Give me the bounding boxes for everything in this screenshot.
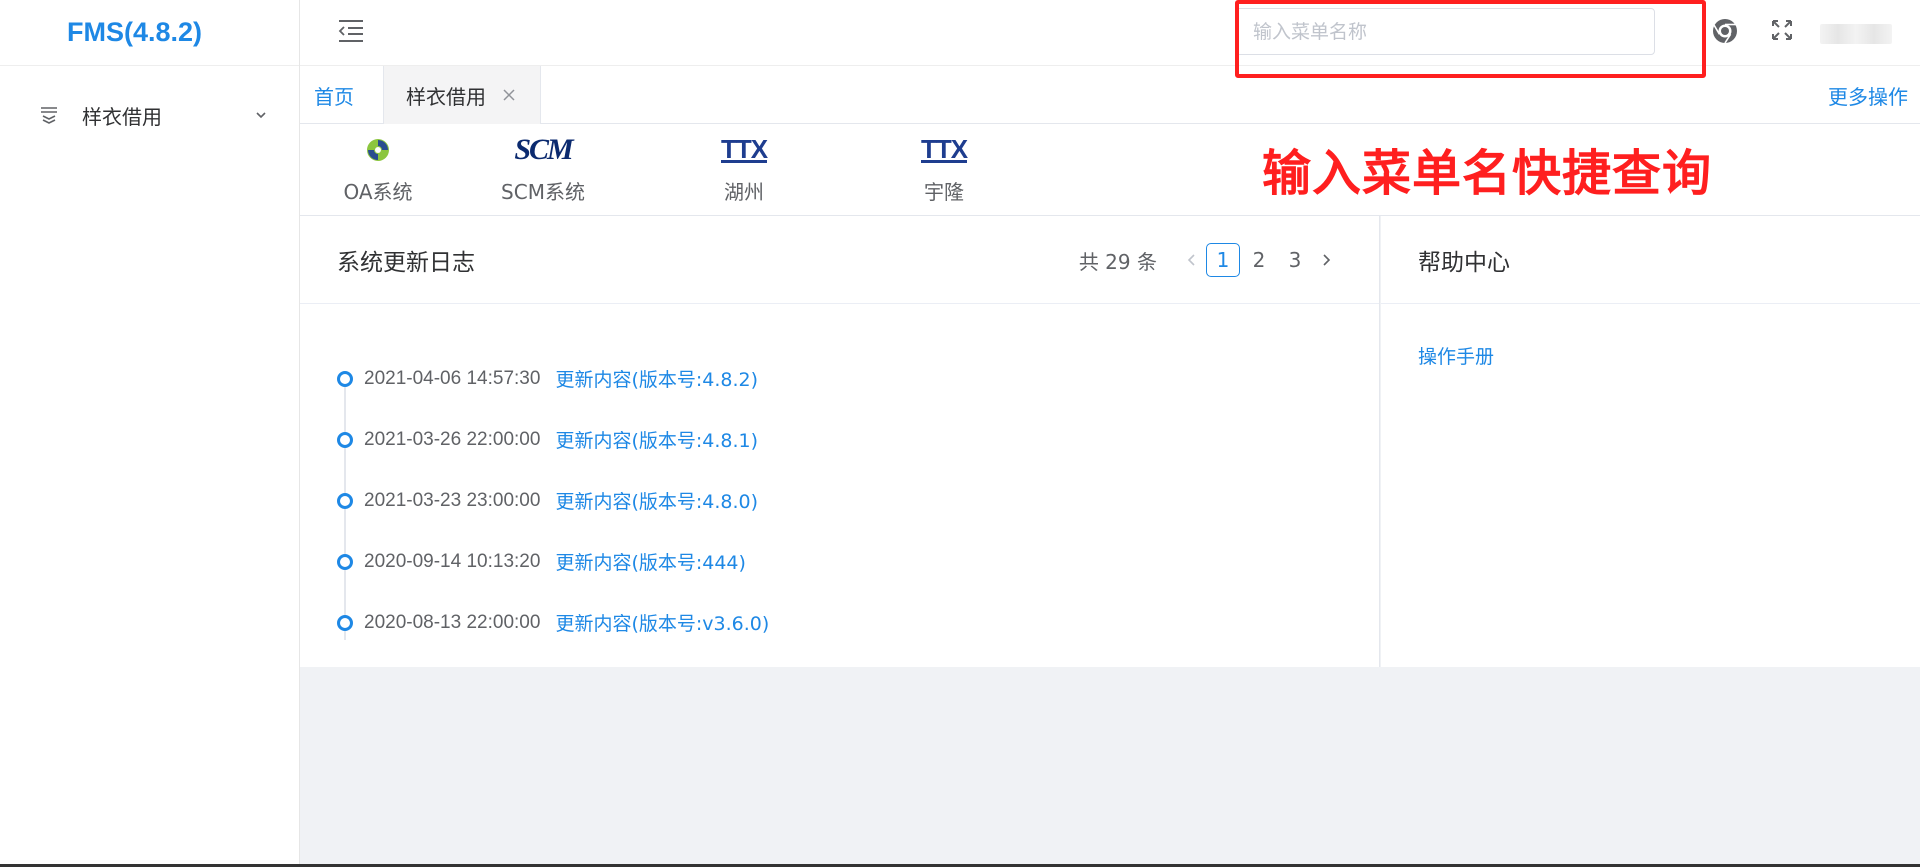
update-content-link[interactable]: 更新内容(版本号:444) <box>555 548 746 575</box>
timeline-dot <box>337 614 353 631</box>
scm-logo: SCM <box>514 133 573 166</box>
app-logo[interactable]: FMS(4.8.2) <box>0 0 299 66</box>
tab-bar: 首页 样衣借用 更多操作 <box>300 66 1920 124</box>
pagination: 共 29 条 1 2 3 <box>1079 242 1339 278</box>
chevron-down-icon <box>249 103 273 127</box>
update-content-link[interactable]: 更新内容(版本号:v3.6.0) <box>555 609 769 636</box>
system-links-row: OA系统 SCM SCM系统 TTX 湖州 TTX 宇隆 输入菜单名快捷查询 <box>300 124 1920 216</box>
annotation-text: 输入菜单名快捷查询 <box>1262 145 1713 202</box>
pagination-total: 共 29 条 <box>1078 249 1157 274</box>
panel-title: 帮助中心 <box>1418 249 1510 276</box>
timeline-dot <box>337 492 353 509</box>
timeline-time: 2020-09-14 10:13:20 <box>364 550 541 572</box>
timeline-item: 2021-03-26 22:00:00 更新内容(版本号:4.8.1) <box>337 409 1379 470</box>
system-link-scm[interactable]: SCM SCM系统 <box>495 124 591 216</box>
system-link-oa[interactable]: OA系统 <box>330 124 426 216</box>
timeline-item: 2021-04-06 14:57:30 更新内容(版本号:4.8.2) <box>337 348 1379 409</box>
system-label: SCM系统 <box>501 180 585 204</box>
panel-title: 系统更新日志 <box>337 249 475 276</box>
more-operations-button[interactable]: 更多操作 <box>1828 66 1908 124</box>
timeline-item: 2020-09-14 10:13:20 更新内容(版本号:444) <box>337 531 1379 592</box>
system-link-huzhou[interactable]: TTX 湖州 <box>696 124 792 216</box>
timeline-dot <box>337 431 353 448</box>
menu-collapse-icon[interactable] <box>336 16 366 46</box>
chrome-icon[interactable] <box>1712 18 1740 46</box>
top-header <box>300 0 1920 66</box>
help-center-panel: 帮助中心 操作手册 <box>1381 216 1920 667</box>
timeline-item: 2021-03-23 23:00:00 更新内容(版本号:4.8.0) <box>337 470 1379 531</box>
manual-link[interactable]: 操作手册 <box>1418 342 1494 369</box>
next-page-icon[interactable] <box>1313 245 1339 275</box>
update-timeline: 2021-04-06 14:57:30 更新内容(版本号:4.8.2) 2021… <box>300 304 1379 653</box>
update-content-link[interactable]: 更新内容(版本号:4.8.1) <box>555 426 758 453</box>
sidebar: FMS(4.8.2) 样衣借用 <box>0 0 300 867</box>
tab-label: 样衣借用 <box>406 84 486 109</box>
system-link-yulong[interactable]: TTX 宇隆 <box>896 124 992 216</box>
menu-search-input[interactable] <box>1236 9 1654 54</box>
timeline-time: 2021-03-23 23:00:00 <box>364 489 541 511</box>
app-title: FMS(4.8.2) <box>66 17 203 47</box>
layers-icon <box>36 102 62 128</box>
system-label: 宇隆 <box>924 180 964 204</box>
timeline-time: 2021-03-26 22:00:00 <box>364 428 541 450</box>
timeline-dot <box>337 370 353 387</box>
ttx-logo: TTX <box>920 133 968 164</box>
sidebar-item-sample-borrow[interactable]: 样衣借用 <box>0 84 299 146</box>
update-content-link[interactable]: 更新内容(版本号:4.8.2) <box>555 365 758 392</box>
panel-header: 系统更新日志 共 29 条 1 2 3 <box>300 216 1379 304</box>
fullscreen-icon[interactable] <box>1770 18 1798 46</box>
timeline-time: 2021-04-06 14:57:30 <box>364 367 541 389</box>
page-button[interactable]: 2 <box>1242 243 1276 277</box>
ttx-logo: TTX <box>720 133 768 164</box>
system-label: OA系统 <box>343 180 413 204</box>
sidebar-item-label: 样衣借用 <box>82 104 162 129</box>
timeline-time: 2020-08-13 22:00:00 <box>364 611 541 633</box>
panel-header: 帮助中心 <box>1381 216 1920 304</box>
timeline-item: 2020-08-13 22:00:00 更新内容(版本号:v3.6.0) <box>337 592 1379 653</box>
update-log-panel: 系统更新日志 共 29 条 1 2 3 2021-04-06 14:57:30 … <box>300 216 1380 667</box>
tab-home[interactable]: 首页 <box>314 66 354 124</box>
timeline-dot <box>337 553 353 570</box>
close-icon[interactable] <box>500 86 518 104</box>
update-content-link[interactable]: 更新内容(版本号:4.8.0) <box>555 487 758 514</box>
oa-logo <box>364 124 392 176</box>
menu-search-box[interactable] <box>1235 8 1655 55</box>
tab-sample-borrow[interactable]: 样衣借用 <box>383 66 541 124</box>
user-avatar[interactable] <box>1820 24 1892 44</box>
page-button[interactable]: 1 <box>1206 243 1240 277</box>
page-button[interactable]: 3 <box>1278 243 1312 277</box>
system-label: 湖州 <box>724 180 764 204</box>
prev-page-icon[interactable] <box>1179 245 1205 275</box>
